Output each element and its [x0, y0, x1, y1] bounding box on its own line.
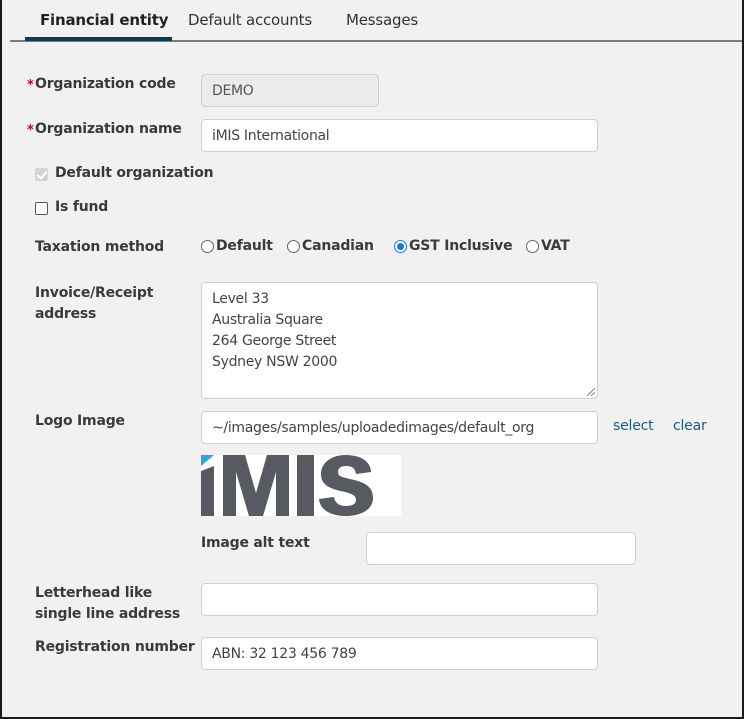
imis-logo-icon — [201, 455, 373, 516]
registration-number-label: Registration number — [35, 639, 195, 655]
clear-logo-link[interactable]: clear — [673, 418, 707, 434]
select-logo-link[interactable]: select — [613, 418, 654, 434]
invoice-address-label: Invoice/Receipt address — [35, 285, 154, 322]
logo-letter-i — [201, 466, 214, 516]
registration-number-value: ABN: 32 123 456 789 — [212, 645, 357, 662]
default-organization-checkbox — [35, 168, 48, 181]
required-asterisk: * — [27, 78, 34, 93]
image-alt-text-input[interactable] — [366, 532, 636, 565]
is-fund-checkbox[interactable] — [35, 202, 48, 215]
logo-letter-s — [319, 455, 373, 516]
organization-name-value: iMIS International — [212, 127, 330, 144]
is-fund-label: Is fund — [55, 199, 109, 215]
radio-button[interactable] — [201, 239, 214, 253]
organization-logo-image — [201, 455, 401, 516]
letterhead-address-label: Letterhead like single line address — [35, 585, 180, 622]
taxation-method-label: Taxation method — [35, 239, 165, 255]
tab-default-accounts[interactable]: Default accounts — [188, 11, 312, 29]
tab-financial-entity[interactable]: Financial entity — [40, 11, 169, 29]
organization-code-field: DEMO — [201, 74, 379, 107]
image-alt-text-label: Image alt text — [201, 535, 310, 551]
radio-button[interactable] — [526, 239, 539, 253]
radio-option-canadian[interactable]: Canadian — [287, 238, 374, 254]
invoice-address-textarea[interactable]: Level 33 Australia Square 264 George Str… — [201, 282, 598, 399]
default-organization-label: Default organization — [55, 165, 214, 181]
radio-option-default[interactable]: Default — [201, 238, 273, 254]
organization-code-value: DEMO — [212, 82, 254, 99]
radio-button[interactable] — [287, 239, 300, 253]
organization-name-input[interactable]: iMIS International — [201, 119, 598, 152]
registration-number-input[interactable]: ABN: 32 123 456 789 — [201, 637, 598, 670]
radio-option-vat[interactable]: VAT — [526, 238, 570, 254]
required-asterisk: * — [27, 123, 34, 138]
tab-bar: Financial entity Default accounts Messag… — [10, 0, 742, 42]
resize-handle[interactable] — [587, 388, 595, 396]
radio-button-selected[interactable] — [394, 239, 407, 253]
letterhead-address-input[interactable] — [201, 583, 598, 616]
logo-accent-shape — [201, 455, 214, 466]
organization-name-label: Organization name — [35, 121, 182, 137]
active-tab-indicator — [25, 37, 172, 41]
logo-letter-m — [223, 455, 289, 516]
radio-option-gst-inclusive[interactable]: GST Inclusive — [394, 238, 513, 254]
logo-image-path-input[interactable]: ~/images/samples/uploadedimages/default_… — [201, 411, 598, 444]
logo-image-path-value: ~/images/samples/uploadedimages/default_… — [212, 419, 535, 436]
tab-messages[interactable]: Messages — [346, 11, 418, 29]
logo-letter-capital-i — [297, 455, 314, 516]
logo-image-label: Logo Image — [35, 413, 125, 429]
organization-code-label: Organization code — [35, 76, 176, 92]
